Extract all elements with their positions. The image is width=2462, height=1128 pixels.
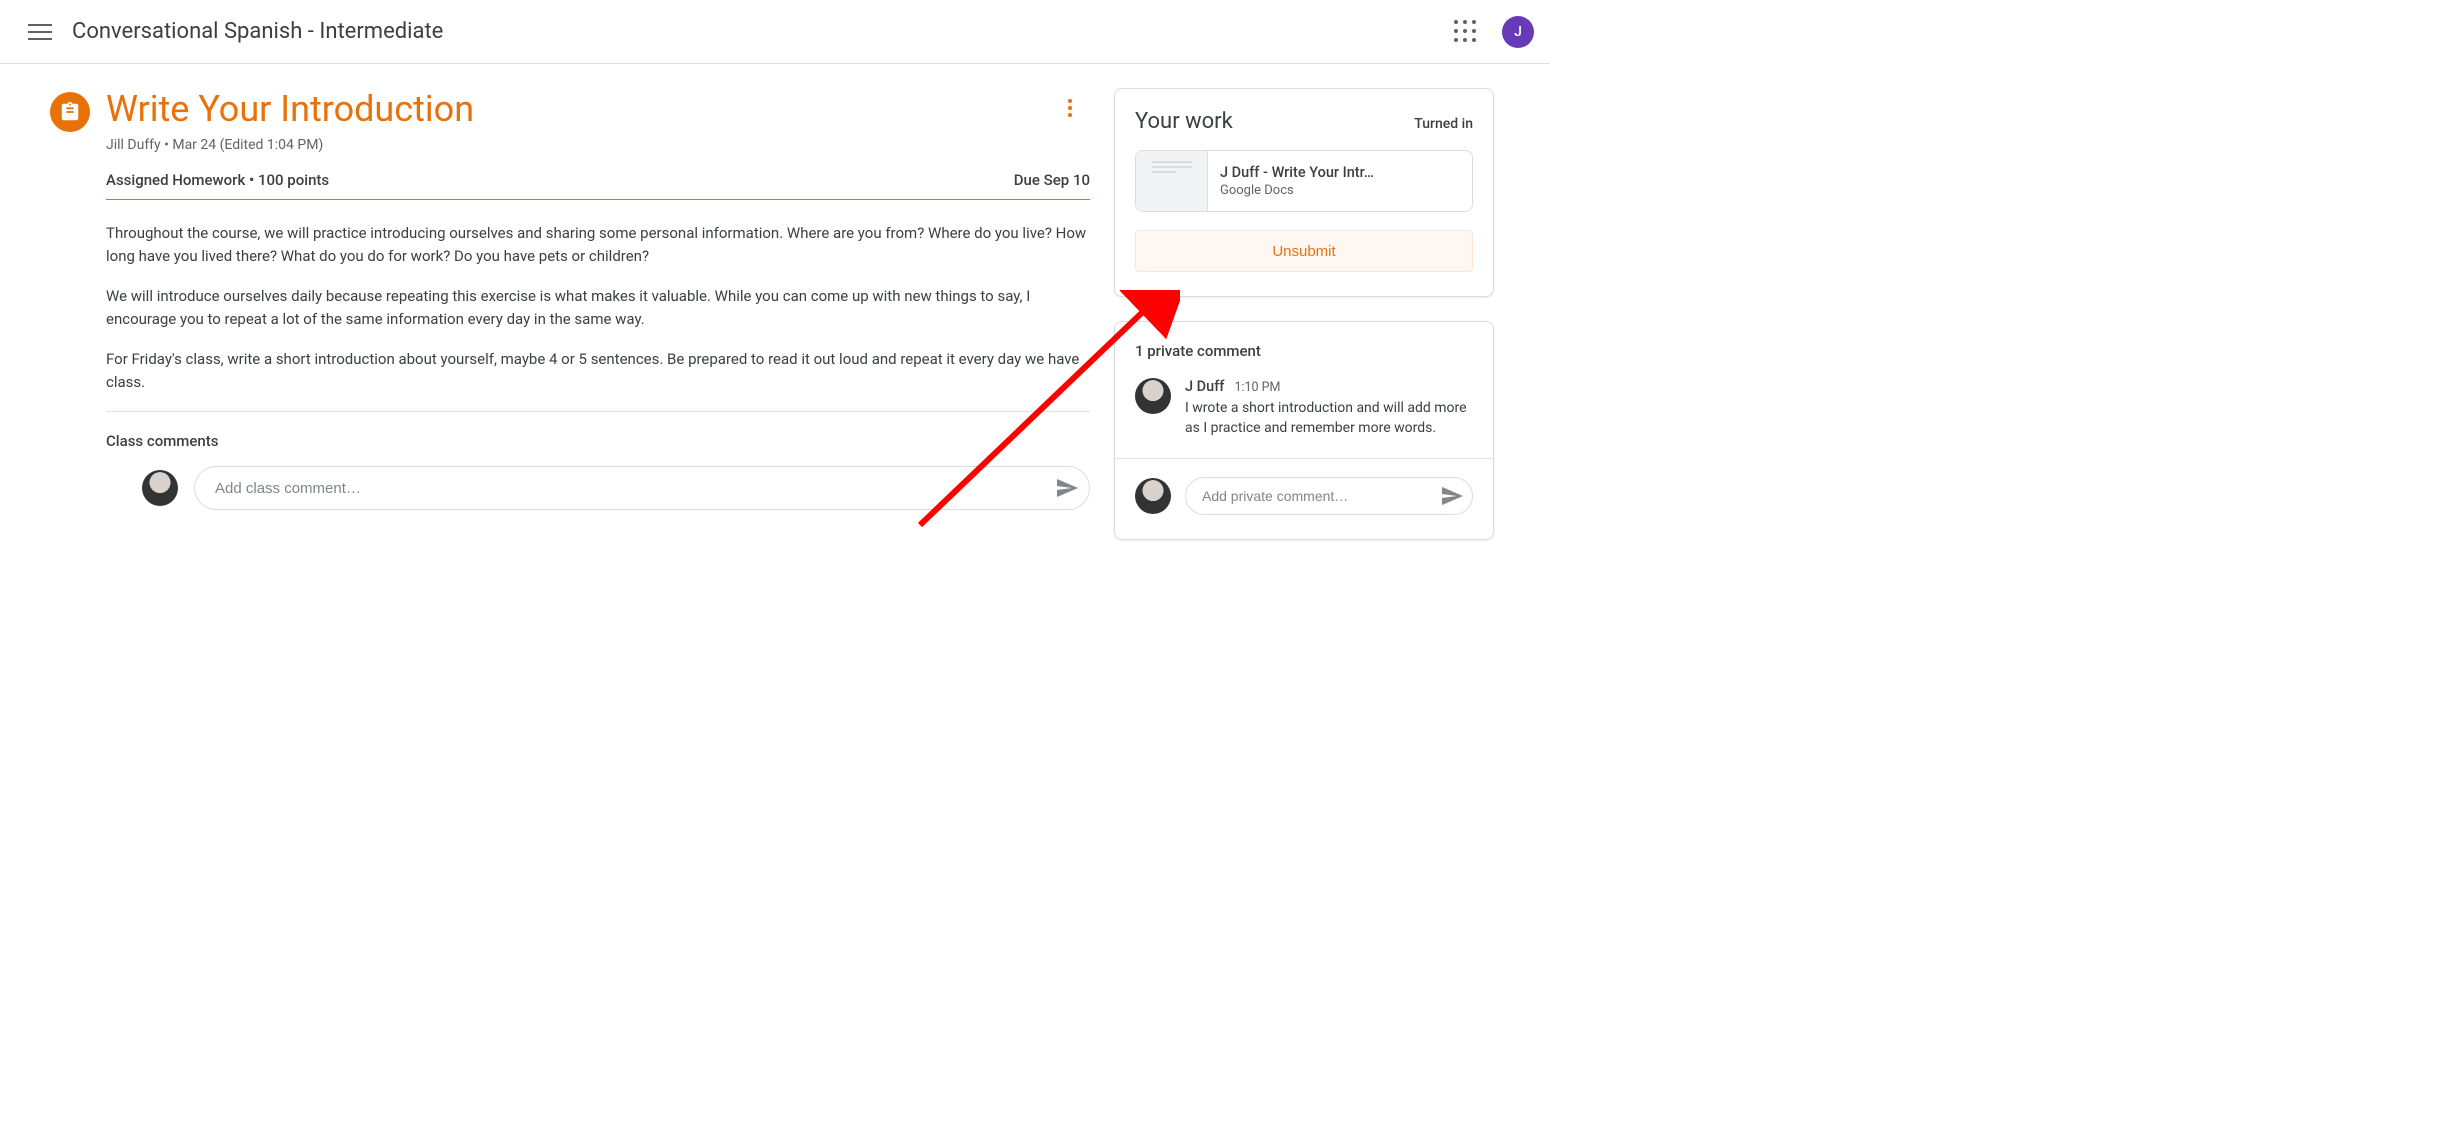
class-comment-input-wrapper[interactable] — [194, 466, 1090, 510]
attachment-item[interactable]: J Duff - Write Your Intr… Google Docs — [1135, 150, 1473, 212]
more-options-icon[interactable] — [1050, 88, 1090, 128]
your-work-heading: Your work — [1135, 109, 1233, 134]
commenter-avatar — [1135, 378, 1171, 414]
apps-icon[interactable] — [1446, 12, 1486, 52]
comment-time: 1:10 PM — [1234, 380, 1280, 395]
assignment-meta: Assigned Homework • 100 points — [106, 171, 329, 189]
user-avatar — [1135, 478, 1171, 514]
description-paragraph: Throughout the course, we will practice … — [106, 222, 1090, 267]
submission-status: Turned in — [1414, 116, 1473, 132]
comment-text: I wrote a short introduction and will ad… — [1185, 399, 1473, 438]
main-column: Write Your Introduction Jill Duffy • Mar… — [50, 88, 1090, 510]
description-paragraph: For Friday's class, write a short introd… — [106, 348, 1090, 393]
side-column: Your work Turned in J Duff - Write Your … — [1114, 88, 1494, 540]
attachment-type: Google Docs — [1220, 183, 1374, 198]
private-comment-item: J Duff 1:10 PM I wrote a short introduct… — [1135, 378, 1473, 438]
your-work-card: Your work Turned in J Duff - Write Your … — [1114, 88, 1494, 297]
divider — [106, 411, 1090, 412]
divider — [1115, 458, 1493, 459]
send-icon[interactable] — [1440, 484, 1464, 508]
topbar: Conversational Spanish - Intermediate J — [0, 0, 1550, 64]
private-comments-heading: 1 private comment — [1135, 342, 1473, 360]
menu-icon[interactable] — [16, 8, 64, 56]
assignment-due: Due Sep 10 — [1014, 171, 1090, 189]
document-icon — [1136, 151, 1208, 211]
send-icon[interactable] — [1055, 476, 1079, 500]
commenter-name: J Duff — [1185, 378, 1224, 395]
description-paragraph: We will introduce ourselves daily becaus… — [106, 285, 1090, 330]
private-comment-input[interactable] — [1202, 488, 1440, 504]
assignment-description: Throughout the course, we will practice … — [106, 222, 1090, 393]
account-avatar[interactable]: J — [1502, 16, 1534, 48]
class-title[interactable]: Conversational Spanish - Intermediate — [72, 19, 443, 44]
assignment-icon — [50, 92, 90, 132]
divider — [106, 199, 1090, 200]
assignment-byline: Jill Duffy • Mar 24 (Edited 1:04 PM) — [106, 137, 1090, 153]
class-comment-input[interactable] — [215, 480, 1055, 497]
private-comments-card: 1 private comment J Duff 1:10 PM I wrote… — [1114, 321, 1494, 540]
unsubmit-button[interactable]: Unsubmit — [1135, 230, 1473, 272]
content: Write Your Introduction Jill Duffy • Mar… — [0, 64, 1550, 564]
attachment-title: J Duff - Write Your Intr… — [1220, 164, 1374, 181]
private-comment-input-wrapper[interactable] — [1185, 477, 1473, 515]
assignment-title: Write Your Introduction — [106, 88, 474, 131]
class-comments-heading: Class comments — [106, 432, 1090, 450]
user-avatar — [142, 470, 178, 506]
